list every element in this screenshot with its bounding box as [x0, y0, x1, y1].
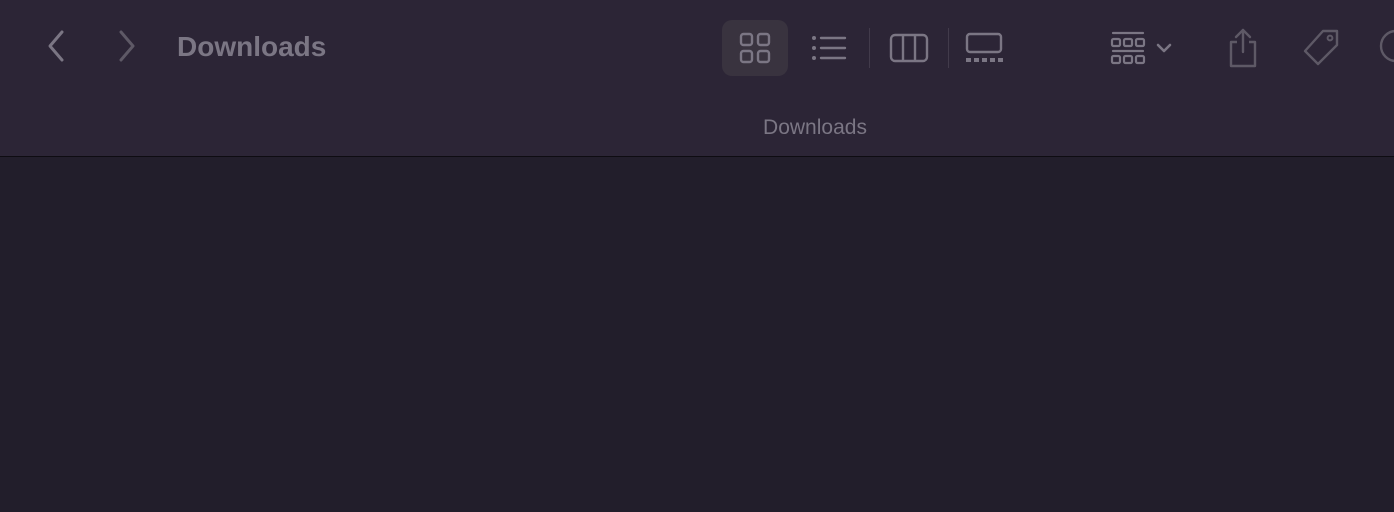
- tag-icon: [1303, 29, 1339, 66]
- toolbar-separator: [869, 28, 870, 68]
- forward-button[interactable]: [107, 26, 147, 66]
- view-gallery-button[interactable]: [952, 20, 1016, 76]
- icon-grid-icon: [739, 32, 771, 64]
- toolbar-separator: [948, 28, 949, 68]
- list-icon: [812, 36, 847, 60]
- chevron-left-icon: [48, 30, 64, 62]
- group-grid-icon: [1110, 31, 1146, 65]
- share-icon: [1229, 28, 1257, 68]
- more-circle-icon: [1379, 29, 1394, 63]
- share-button[interactable]: [1218, 20, 1268, 76]
- back-button[interactable]: [36, 26, 76, 66]
- view-columns-button[interactable]: [877, 20, 941, 76]
- finder-window: Downloads Downloads: [0, 0, 1394, 512]
- chevron-right-icon: [119, 30, 135, 62]
- gallery-icon: [965, 32, 1003, 62]
- toolbar: Downloads Downloads: [0, 0, 1394, 157]
- view-icons-button[interactable]: [722, 20, 788, 76]
- more-button[interactable]: [1376, 26, 1394, 70]
- columns-icon: [889, 33, 929, 63]
- window-title: Downloads: [177, 31, 327, 62]
- chevron-down-icon: [1156, 43, 1172, 53]
- view-list-button[interactable]: [797, 20, 861, 76]
- file-area[interactable]: [0, 157, 1394, 512]
- tag-button[interactable]: [1296, 20, 1346, 76]
- group-by-button[interactable]: [1108, 20, 1188, 76]
- path-label: Downloads: [763, 116, 867, 139]
